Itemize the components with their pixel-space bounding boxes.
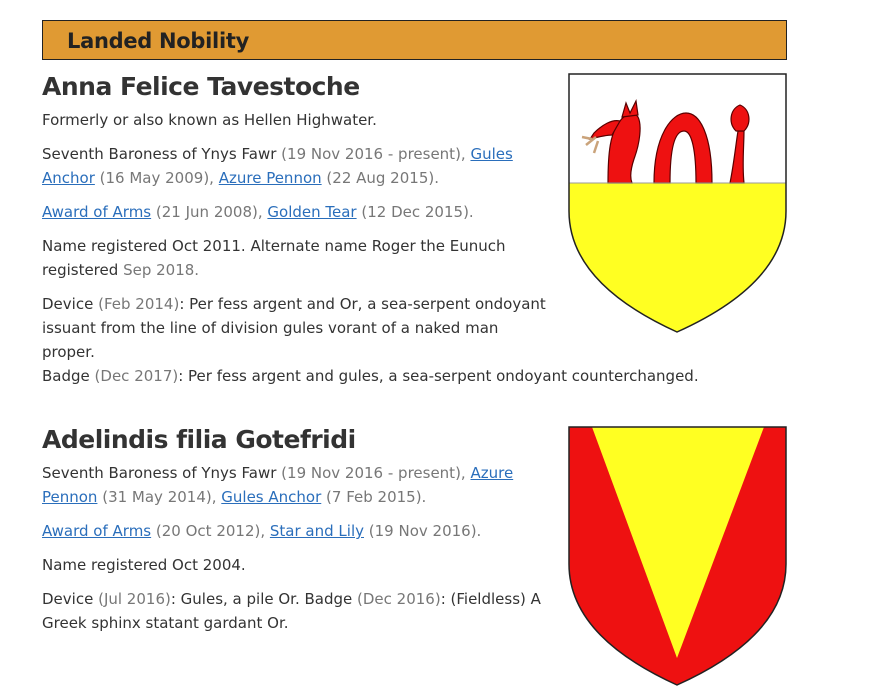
award-link-gules-anchor[interactable]: Gules Anchor — [221, 488, 321, 506]
arms-line: Award of Arms (20 Oct 2012), Star and Li… — [42, 519, 552, 543]
award-date: (31 May 2014), — [102, 488, 217, 506]
award-link-golden-tear[interactable]: Golden Tear — [267, 203, 356, 221]
badge-label: Badge — [42, 367, 90, 385]
title-text: Seventh Baroness of Ynys Fawr — [42, 145, 277, 163]
section-title: Landed Nobility — [67, 29, 249, 53]
badge-blazon: : Per fess argent and gules, a sea-serpe… — [178, 367, 699, 385]
title-date: (19 Nov 2016 - present), — [281, 145, 466, 163]
award-date: (16 May 2009), — [99, 169, 214, 187]
title-line: Seventh Baroness of Ynys Fawr (19 Nov 20… — [42, 461, 552, 509]
device-label: Device — [42, 295, 94, 313]
sea-serpent-device-icon — [568, 73, 787, 333]
award-link-award-of-arms[interactable]: Award of Arms — [42, 203, 151, 221]
badge-line: Badge (Dec 2017): Per fess argent and gu… — [42, 364, 699, 388]
title-line: Seventh Baroness of Ynys Fawr (19 Nov 20… — [42, 142, 552, 190]
badge-date: (Dec 2017) — [94, 367, 179, 385]
name-registration-line: Name registered Oct 2011. Alternate name… — [42, 234, 552, 282]
award-link-azure-pennon[interactable]: Azure Pennon — [219, 169, 322, 187]
award-date: (7 Feb 2015). — [326, 488, 427, 506]
award-link-award-of-arms[interactable]: Award of Arms — [42, 522, 151, 540]
award-date: (20 Oct 2012), — [155, 522, 266, 540]
name-registration-date: Sep 2018. — [123, 261, 200, 279]
person-name: Adelindis filia Gotefridi — [42, 425, 356, 454]
device-blazon: : Gules, a pile Or. Badge — [170, 590, 353, 608]
device-line: Device (Feb 2014): Per fess argent and O… — [42, 292, 552, 364]
award-link-star-and-lily[interactable]: Star and Lily — [270, 522, 364, 540]
award-date: (19 Nov 2016). — [368, 522, 482, 540]
title-text: Seventh Baroness of Ynys Fawr — [42, 464, 277, 482]
device-date: (Feb 2014) — [98, 295, 180, 313]
name-registration-line: Name registered Oct 2004. — [42, 556, 246, 574]
award-date: (22 Aug 2015). — [326, 169, 439, 187]
person-name: Anna Felice Tavestoche — [42, 72, 360, 101]
arms-line: Award of Arms (21 Jun 2008), Golden Tear… — [42, 200, 552, 224]
award-date: (21 Jun 2008), — [155, 203, 263, 221]
section-header: Landed Nobility — [42, 20, 787, 60]
person-entry: Adelindis filia Gotefridi Seventh Barone… — [42, 425, 552, 635]
name-registration-text: Name registered Oct 2011. Alternate name… — [42, 237, 506, 279]
pile-device-icon — [568, 426, 787, 686]
title-date: (19 Nov 2016 - present), — [281, 464, 466, 482]
device-line: Device (Jul 2016): Gules, a pile Or. Bad… — [42, 587, 552, 635]
device-date: (Jul 2016) — [98, 590, 171, 608]
device-label: Device — [42, 590, 94, 608]
award-date: (12 Dec 2015). — [361, 203, 474, 221]
person-entry: Anna Felice Tavestoche Formerly or also … — [42, 72, 699, 388]
aka-line: Formerly or also known as Hellen Highwat… — [42, 111, 377, 129]
badge-date: (Dec 2016) — [357, 590, 441, 608]
